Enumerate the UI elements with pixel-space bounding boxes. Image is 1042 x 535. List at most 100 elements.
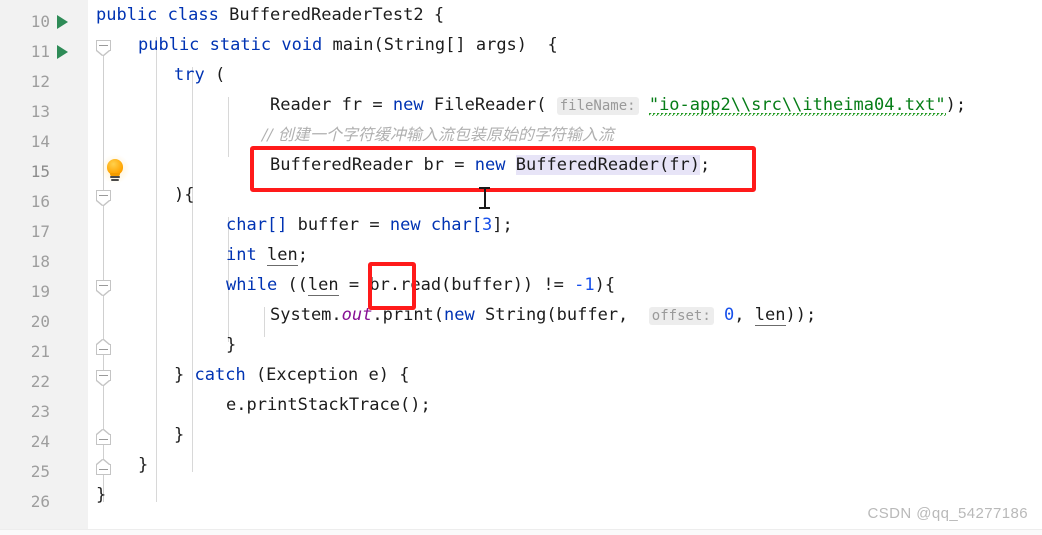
code-line-21[interactable]: } <box>226 330 236 360</box>
token-operator: != <box>543 275 564 295</box>
token-keyword: public <box>138 35 200 55</box>
token-method-name: main <box>332 35 374 55</box>
code-line-13[interactable]: Reader fr = new FileReader( fileName: "i… <box>270 90 966 120</box>
fold-marker-line-16[interactable] <box>96 190 111 205</box>
token-tail: )); <box>785 305 817 325</box>
token-class-name: BufferedReaderTest2 <box>229 5 424 25</box>
run-class-gutter-icon[interactable] <box>57 15 68 29</box>
line-number: 19 <box>30 282 50 301</box>
token-variable-underlined: len <box>754 305 786 326</box>
code-line-16[interactable]: ){ <box>174 180 194 210</box>
token-params: (String[] args) <box>373 35 528 55</box>
token-number: 3 <box>482 215 493 235</box>
token-variable: buffer <box>297 215 360 235</box>
line-number: 24 <box>30 432 50 451</box>
line-number-gutter[interactable]: 10 11 12 13 14 15 16 17 18 19 20 21 22 2… <box>0 0 89 535</box>
code-line-10[interactable]: public class BufferedReaderTest2 { <box>96 0 444 30</box>
token-variable-underlined: len <box>266 245 298 266</box>
line-number: 11 <box>30 42 50 61</box>
token-brace: { <box>399 365 410 385</box>
token-operator: = <box>372 95 383 115</box>
token-semicolon: ; <box>297 245 308 265</box>
token-tail: ); <box>945 95 967 115</box>
code-line-11[interactable]: public static void main(String[] args) { <box>138 30 558 60</box>
fold-marker-line-19[interactable] <box>96 280 111 295</box>
token-type: String(buffer, <box>485 305 639 325</box>
indent-guide <box>264 307 265 337</box>
code-line-20[interactable]: System.out.print(new String(buffer, offs… <box>270 300 816 330</box>
token-keyword: class <box>167 5 219 25</box>
token-sep: , <box>734 305 755 325</box>
token-params: (Exception e) <box>255 365 389 385</box>
token-paren: (( <box>287 275 308 295</box>
code-line-18[interactable]: int len; <box>226 240 308 270</box>
code-line-24[interactable]: } <box>174 420 184 450</box>
fold-marker-line-11[interactable] <box>96 40 111 55</box>
annotation-box-bufferedreader-line <box>250 146 756 192</box>
token-type-keyword: int <box>226 245 257 265</box>
token-variable: fr <box>341 95 363 115</box>
line-number: 10 <box>30 12 50 31</box>
token-variable-underlined: len <box>307 275 339 296</box>
bottom-divider <box>0 529 1042 535</box>
token-keyword: catch <box>194 365 246 385</box>
token-keyword: static <box>209 35 272 55</box>
line-number: 23 <box>30 402 50 421</box>
token-paren: ( <box>214 65 226 85</box>
token-operator: = <box>369 215 380 235</box>
token-keyword: new <box>392 95 424 115</box>
watermark-text: CSDN @qq_54277186 <box>867 505 1028 522</box>
intention-bulb-icon[interactable] <box>100 154 130 184</box>
parameter-hint-offset: offset: <box>648 307 714 325</box>
code-line-25[interactable]: } <box>138 450 148 480</box>
run-method-gutter-icon[interactable] <box>57 45 68 59</box>
fold-marker-end-line-24[interactable] <box>96 430 111 449</box>
code-area[interactable]: public class BufferedReaderTest2 { publi… <box>96 0 1042 535</box>
code-line-12[interactable]: try ( <box>174 60 225 90</box>
line-number: 25 <box>30 462 50 481</box>
code-line-23[interactable]: e.printStackTrace(); <box>226 390 431 420</box>
line-number: 12 <box>30 72 50 91</box>
fold-marker-end-line-25[interactable] <box>96 460 111 479</box>
token-keyword: public <box>96 5 158 25</box>
code-line-17[interactable]: char[] buffer = new char[3]; <box>226 210 513 240</box>
token-keyword: try <box>174 65 205 85</box>
token-number: 0 <box>724 305 735 325</box>
line-number: 18 <box>30 252 50 271</box>
line-number: 16 <box>30 192 50 211</box>
indent-guide <box>228 97 229 157</box>
token-type-keyword: char[] <box>226 215 288 235</box>
line-number: 22 <box>30 372 50 391</box>
token-operator: = <box>348 275 360 295</box>
code-line-26[interactable]: } <box>96 480 106 510</box>
line-number: 20 <box>30 312 50 331</box>
indent-guide <box>192 67 193 472</box>
token-object: System. <box>270 305 342 325</box>
token-keyword: while <box>226 275 278 295</box>
code-line-22[interactable]: } catch (Exception e) { <box>174 360 410 390</box>
line-number: 26 <box>30 492 50 511</box>
token-keyword: void <box>281 35 323 55</box>
token-tail: ]; <box>492 215 513 235</box>
fold-marker-line-22[interactable] <box>96 370 111 385</box>
token-keyword: new <box>444 305 475 325</box>
indent-guide <box>156 37 157 502</box>
line-number-active: 15 <box>30 162 50 181</box>
token-tail: ){ <box>594 275 616 295</box>
token-call: read(buffer)) <box>400 275 534 295</box>
annotation-box-br-variable <box>368 262 416 310</box>
text-cursor-ibeam <box>479 187 490 209</box>
fold-marker-end-line-21[interactable] <box>96 340 111 359</box>
line-number: 21 <box>30 342 50 361</box>
code-editor-screenshot: 10 11 12 13 14 15 16 17 18 19 20 21 22 2… <box>0 0 1042 535</box>
token-string: "io-app2\\src\\itheima04.txt" <box>648 95 946 116</box>
line-number: 14 <box>30 132 50 151</box>
token-brace: { <box>547 35 558 55</box>
token-keyword: new <box>389 215 421 235</box>
token-alloc: char[ <box>430 215 482 235</box>
code-line-19[interactable]: while ((len = br.read(buffer)) != -1){ <box>226 270 615 300</box>
line-number: 13 <box>30 102 50 121</box>
token-type: Reader <box>270 95 332 115</box>
token-brace: { <box>433 5 445 25</box>
code-folding-gutter[interactable] <box>88 0 130 535</box>
